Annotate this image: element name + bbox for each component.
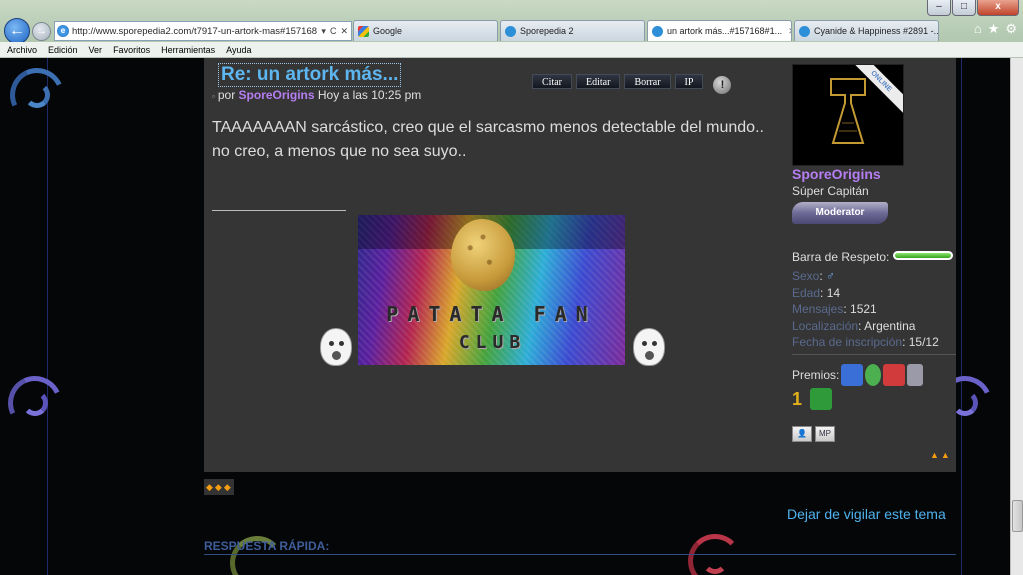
address-tools: ▾ C ✕ (318, 26, 351, 37)
swirl-decor-icon (2, 60, 72, 130)
refresh-icon[interactable]: C (330, 26, 337, 37)
awards: Premios: 1 (792, 364, 924, 410)
tab-sporepedia[interactable]: Sporepedia 2 (500, 20, 645, 41)
profile-field-sexo: Sexo: ♂ (792, 269, 836, 283)
go-top-icon[interactable]: ▲▲ (930, 450, 952, 460)
browser-chrome: – □ x ← → e http://www.sporepedia2.com/t… (0, 0, 1023, 58)
avatar[interactable]: ONLINE (792, 64, 904, 166)
award-sdi-icon (841, 364, 864, 386)
award-ribbon-icon (865, 364, 882, 386)
male-icon: ♂ (826, 269, 836, 283)
decor-line (961, 58, 962, 575)
ie-page-icon (505, 25, 516, 37)
respect-bar (893, 251, 954, 260)
forward-button[interactable]: → (32, 22, 51, 41)
quick-reply-heading: RESPUESTA RÁPIDA: (204, 539, 330, 553)
post-meta: ▫ por SporeOrigins Hoy a las 10:25 pm (212, 88, 422, 102)
star-icon[interactable]: ★ (988, 21, 1000, 37)
google-favicon-icon (358, 25, 369, 37)
post-actions: Citar Editar Borrar IP ! (532, 68, 732, 94)
profile-field-mensajes: Mensajes: 1521 (792, 302, 877, 316)
swirl-decor-icon (680, 526, 750, 575)
post-author-link[interactable]: SporeOrigins (239, 88, 315, 102)
menu-edicion[interactable]: Edición (48, 45, 78, 55)
banner-text-line1: PATATA FAN (386, 302, 597, 326)
award-warning-icon (810, 388, 832, 410)
post-bullet-icon: ▫ (212, 92, 215, 101)
moderator-badge: Moderator (792, 202, 888, 224)
ie-page-icon (652, 25, 663, 37)
maximize-button[interactable]: □ (952, 0, 976, 16)
meme-face-icon (320, 328, 352, 366)
stop-icon[interactable]: ✕ (340, 26, 348, 37)
award-first-place-icon: 1 (792, 389, 803, 409)
quote-button[interactable]: Citar (532, 73, 572, 89)
award-team-icon (883, 364, 906, 386)
profile-username[interactable]: SporeOrigins (792, 166, 881, 182)
close-window-button[interactable]: x (977, 0, 1019, 16)
quick-reply-divider (204, 554, 956, 555)
menu-favoritos[interactable]: Favoritos (113, 45, 150, 55)
address-input[interactable]: http://www.sporepedia2.com/t7917-un-arto… (72, 26, 318, 37)
ie-page-icon (799, 25, 810, 37)
back-button[interactable]: ← (4, 18, 30, 44)
ie-icon: e (57, 25, 69, 37)
sidebar-divider (792, 354, 956, 355)
scrollbar-thumb[interactable] (1012, 500, 1023, 532)
signature-divider (212, 210, 346, 211)
profile-icon[interactable]: 👤 (792, 426, 812, 442)
tab-cyanide[interactable]: Cyanide & Happiness #2891 -... (794, 20, 939, 41)
menu-herramientas[interactable]: Herramientas (161, 45, 215, 55)
navigation-row: ← → e http://www.sporepedia2.com/t7917-u… (0, 18, 1023, 44)
signature-banner: PATATA FAN CLUB (358, 215, 625, 365)
home-icon[interactable]: ⌂ (974, 21, 982, 37)
profile-fields: Sexo: ♂ Edad: 14 Mensajes: 1521 Localiza… (792, 268, 939, 351)
menu-ver[interactable]: Ver (89, 45, 103, 55)
page-scrollbar[interactable] (1010, 58, 1023, 575)
address-dropdown-icon[interactable]: ▾ (321, 26, 326, 37)
post-time: Hoy a las 10:25 pm (317, 88, 422, 102)
respect-bar-row: Barra de Respeto: (792, 250, 954, 264)
ip-button[interactable]: IP (674, 73, 704, 89)
menu-bar: Archivo Edición Ver Favoritos Herramient… (0, 42, 1023, 58)
tab-artork[interactable]: un artork más...#157168#1... ✕ (647, 20, 792, 41)
profile-rank: Súper Capitán (792, 184, 869, 198)
window-controls: – □ x (927, 0, 1019, 16)
gear-icon[interactable]: ⚙ (1005, 21, 1017, 37)
banner-text-line2: CLUB (458, 332, 527, 353)
meme-face-icon (633, 328, 665, 366)
close-tab-icon[interactable]: ✕ (788, 26, 791, 37)
post-title[interactable]: Re: un artork más... (218, 63, 402, 87)
post-nav-arrows-icon[interactable]: ◆◆◆ (204, 479, 234, 495)
swirl-decor-icon (0, 368, 70, 438)
forum-page: Re: un artork más... ▫ por SporeOrigins H… (0, 58, 1023, 575)
post-body: TAAAAAAAN sarcástico, creo que el sarcas… (212, 119, 764, 160)
award-bell-icon (907, 364, 924, 386)
forum-post: Re: un artork más... ▫ por SporeOrigins H… (204, 58, 956, 472)
private-message-icon[interactable]: MP (815, 426, 835, 442)
profile-field-localizacion: Localización: Argentina (792, 318, 916, 333)
edit-button[interactable]: Editar (576, 73, 621, 89)
unwatch-topic-link[interactable]: Dejar de vigilar este tema (787, 506, 946, 522)
profile-field-edad: Edad: 14 (792, 285, 841, 300)
tab-strip: Google Sporepedia 2 un artork más...#157… (353, 20, 939, 41)
potato-image (451, 219, 515, 291)
menu-archivo[interactable]: Archivo (7, 45, 37, 55)
menu-ayuda[interactable]: Ayuda (226, 45, 251, 55)
profile-buttons: 👤 MP (792, 426, 835, 442)
toolbar-icons: ⌂ ★ ⚙ (974, 21, 1017, 37)
profile-field-fecha: Fecha de inscripción: 15/12 (792, 335, 939, 349)
address-bar[interactable]: e http://www.sporepedia2.com/t7917-un-ar… (54, 21, 352, 41)
tab-google[interactable]: Google (353, 20, 498, 41)
minimize-button[interactable]: – (927, 0, 951, 16)
report-warning-icon[interactable]: ! (713, 76, 732, 94)
delete-button[interactable]: Borrar (624, 73, 671, 89)
decor-line (47, 58, 48, 575)
